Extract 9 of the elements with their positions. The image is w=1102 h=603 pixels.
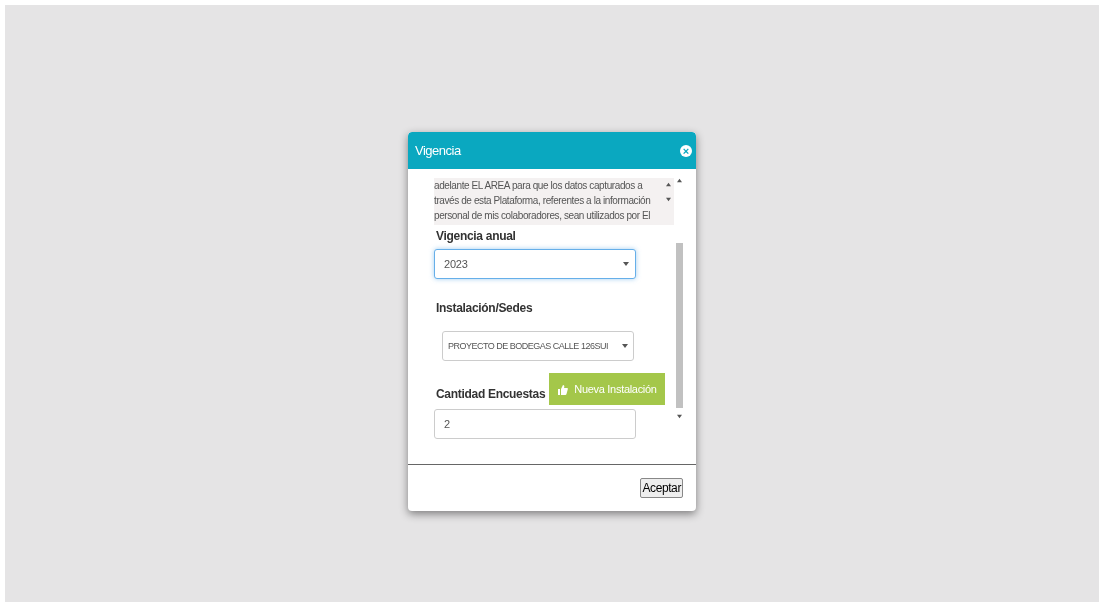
select-field[interactable]: 2023: [434, 249, 636, 279]
quantity-input[interactable]: 2: [434, 409, 636, 439]
field-label: Vigencia anual: [436, 229, 517, 243]
field-label: Cantidad Encuestas: [436, 387, 546, 401]
terms-textarea[interactable]: adelante EL AREA para que los datos capturados a través de esta Plataforma, referentes a la información personal de mis colaboradores, sean utilizados por El: [434, 178, 674, 225]
accept-button[interactable]: Aceptar: [640, 478, 683, 498]
select-field[interactable]: PROYECTO DE BODEGAS CALLE 126SUI: [442, 331, 634, 361]
dialog-title: Vigencia: [415, 143, 461, 158]
field-label: Instalación/Sedes: [436, 301, 534, 315]
